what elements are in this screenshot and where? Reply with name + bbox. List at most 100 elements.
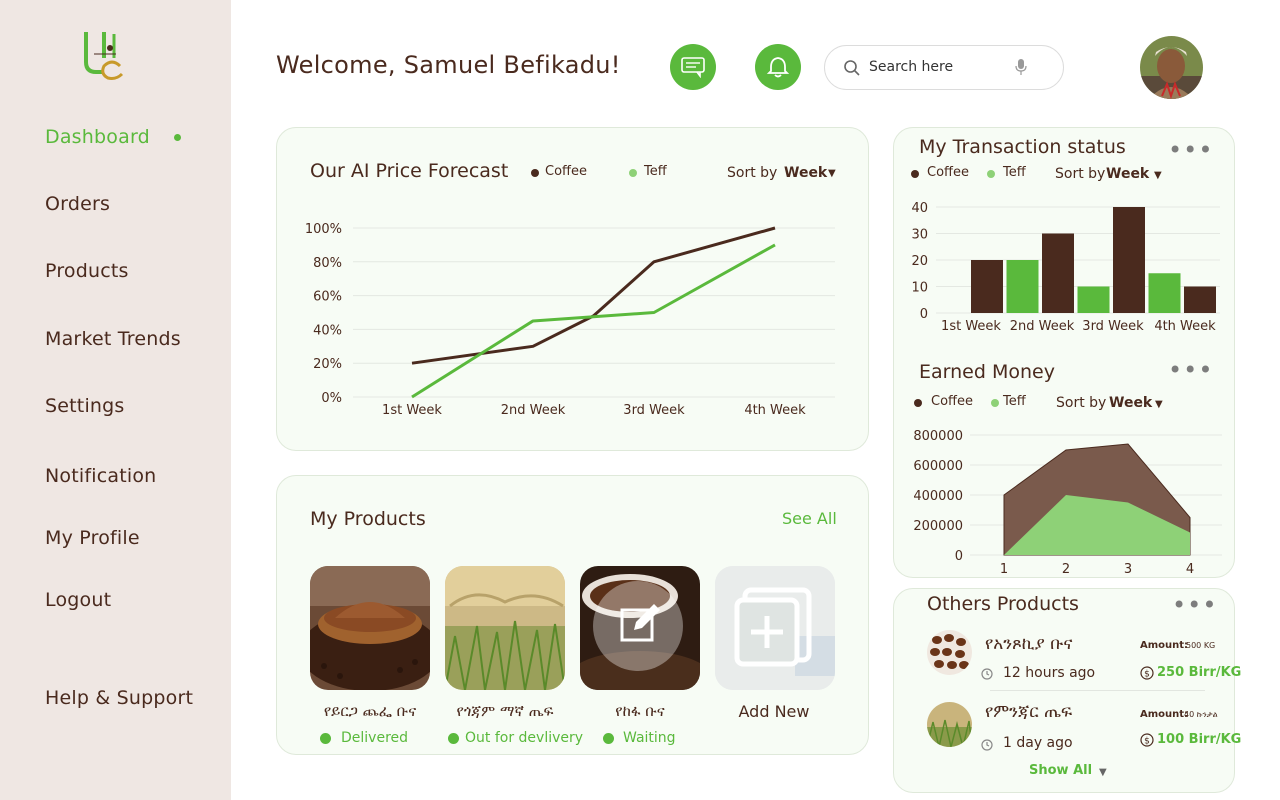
legend-label-coffee: Coffee <box>545 164 587 179</box>
forecast-chart: 0% 20% 40% 60% 80% 100% 1st Week 2nd Week 3rd We… <box>305 222 835 418</box>
edit-icon[interactable] <box>618 602 662 646</box>
product-thumbnail <box>927 630 972 675</box>
product-image[interactable] <box>580 566 700 690</box>
check-icon <box>448 733 459 744</box>
y-tick-label: 80% <box>313 256 342 271</box>
legend-label-teff: Teff <box>644 164 667 179</box>
products-title: My Products <box>310 508 426 530</box>
see-all-link[interactable]: See All <box>782 509 837 528</box>
add-new-button[interactable] <box>715 566 835 690</box>
sidebar-item-help-support[interactable]: Help & Support <box>45 687 193 709</box>
page-title: Welcome, Samuel Befikadu! <box>276 51 621 79</box>
product-status: Delivered <box>341 730 409 746</box>
product-image[interactable] <box>310 566 430 690</box>
sidebar-item-logout[interactable]: Logout <box>45 589 111 611</box>
clock-icon <box>981 739 993 751</box>
sidebar: Dashboard Orders Products Market Trends … <box>0 0 231 800</box>
caret-down-icon[interactable]: ▼ <box>1154 170 1162 181</box>
dollar-icon: $ <box>1140 733 1154 747</box>
search-icon <box>844 60 860 76</box>
more-icon[interactable]: ••• <box>1168 358 1213 382</box>
price-value: 100 Birr/KG <box>1157 732 1242 747</box>
check-icon <box>320 733 331 744</box>
x-tick-label: 1 <box>1000 562 1008 576</box>
others-title: Others Products <box>927 593 1079 615</box>
y-tick-label: 40 <box>911 201 928 216</box>
search-input[interactable]: Search here <box>869 59 953 75</box>
forecast-sort-label: Sort by <box>727 165 778 181</box>
transaction-chart: 0 10 20 30 40 1st Week 2nd Week 3rd Week 4th Wee… <box>911 201 1220 334</box>
product-thumbnail <box>927 702 972 747</box>
amount-value: 500 KG <box>1186 641 1216 650</box>
y-tick-label: 600000 <box>913 459 963 474</box>
transactions-sort-select[interactable]: Week <box>1106 166 1149 182</box>
svg-text:$: $ <box>1144 737 1150 747</box>
transactions-title: My Transaction status <box>919 136 1126 158</box>
y-tick-label: 0% <box>321 391 342 406</box>
earned-sort-label: Sort by <box>1056 395 1107 411</box>
earned-chart: 0 200000 400000 600000 800000 1 2 3 4 <box>913 429 1222 576</box>
sidebar-item-products[interactable]: Products <box>45 260 129 282</box>
sidebar-item-notification[interactable]: Notification <box>45 465 156 487</box>
more-icon[interactable]: ••• <box>1168 138 1213 162</box>
legend-dot-teff <box>629 169 637 177</box>
active-indicator <box>174 134 181 141</box>
mic-icon[interactable] <box>1015 58 1027 76</box>
dollar-icon: $ <box>1140 666 1154 680</box>
sidebar-item-dashboard[interactable]: Dashboard <box>45 126 150 148</box>
product-name: የይርጋ ጨፌ ቡና <box>323 702 417 720</box>
sidebar-item-settings[interactable]: Settings <box>45 395 125 417</box>
caret-down-icon[interactable]: ▼ <box>1155 399 1163 410</box>
bar-coffee <box>1113 207 1145 313</box>
earned-sort-select[interactable]: Week <box>1109 395 1152 411</box>
y-tick-label: 20 <box>911 254 928 269</box>
product-name: የከፋ ቡና <box>615 702 665 720</box>
bar-coffee <box>1184 286 1216 313</box>
messages-button[interactable] <box>670 44 716 90</box>
notifications-button[interactable] <box>755 44 801 90</box>
svg-text:$: $ <box>1144 670 1150 680</box>
others-product-name: የአንጾኪያ ቡና <box>985 634 1073 654</box>
y-tick-label: 60% <box>313 290 342 305</box>
series-line-teff <box>411 243 776 399</box>
sidebar-item-my-profile[interactable]: My Profile <box>45 527 140 549</box>
bar-teff <box>1148 273 1181 313</box>
legend-label-teff: Teff <box>1003 394 1026 409</box>
forecast-sort-select[interactable]: Week <box>784 165 827 181</box>
search-bar[interactable]: Search here <box>824 45 1064 90</box>
forecast-title: Our AI Price Forecast <box>310 160 509 182</box>
bar-teff <box>1006 260 1039 313</box>
show-all-link[interactable]: Show All <box>1029 763 1092 778</box>
caret-down-icon[interactable]: ▼ <box>828 168 836 179</box>
x-tick-label: 4th Week <box>1154 319 1216 334</box>
product-status: Waiting <box>623 730 676 746</box>
divider <box>990 690 1205 691</box>
legend-label-teff: Teff <box>1003 165 1026 180</box>
transactions-sort-label: Sort by <box>1055 166 1106 182</box>
bar-teff <box>1077 286 1110 313</box>
y-tick-label: 200000 <box>913 519 963 534</box>
avatar[interactable] <box>1140 36 1203 99</box>
x-tick-label: 1st Week <box>382 403 442 418</box>
add-new-label[interactable]: Add New <box>709 702 839 721</box>
earned-title: Earned Money <box>919 361 1055 383</box>
y-tick-label: 100% <box>305 222 342 237</box>
legend-label-coffee: Coffee <box>927 165 969 180</box>
time-ago: 12 hours ago <box>1003 665 1096 681</box>
bar-coffee <box>971 260 1003 313</box>
clock-icon <box>981 668 993 680</box>
legend-dot-teff <box>991 399 999 407</box>
legend-dot-coffee <box>914 399 922 407</box>
sidebar-item-orders[interactable]: Orders <box>45 193 110 215</box>
y-tick-label: 20% <box>313 357 342 372</box>
x-tick-label: 2 <box>1062 562 1070 576</box>
y-tick-label: 400000 <box>913 489 963 504</box>
y-tick-label: 10 <box>911 281 928 296</box>
price-value: 250 Birr/KG <box>1157 665 1242 680</box>
legend-label-coffee: Coffee <box>931 394 973 409</box>
sidebar-item-market-trends[interactable]: Market Trends <box>45 328 181 350</box>
product-image[interactable] <box>445 566 565 690</box>
y-tick-label: 800000 <box>913 429 963 444</box>
more-icon[interactable]: ••• <box>1172 593 1217 617</box>
caret-down-icon[interactable]: ▼ <box>1099 767 1107 778</box>
